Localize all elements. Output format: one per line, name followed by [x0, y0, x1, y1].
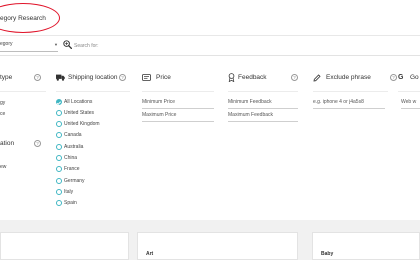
caret-down-icon: ▼: [54, 42, 58, 47]
divider: [398, 91, 420, 92]
google-web-field[interactable]: Web w: [401, 99, 420, 109]
min-price-field[interactable]: Minimum Price: [142, 99, 214, 109]
truck-icon: [56, 74, 65, 81]
type-filter: type ? gy ce ation ? ew: [0, 56, 46, 220]
shipping-location-filter: Shipping location ? All Locations United…: [56, 56, 130, 220]
radio-china[interactable]: [56, 155, 62, 161]
min-feedback-placeholder: Minimum Feedback: [228, 99, 272, 105]
help-icon[interactable]: ?: [119, 74, 126, 81]
radio-united-states[interactable]: [56, 110, 62, 116]
divider: [0, 91, 46, 92]
type-option[interactable]: gy: [0, 100, 5, 106]
search-input[interactable]: [74, 41, 414, 50]
max-feedback-field[interactable]: Maximum Feedback: [228, 112, 298, 122]
google-filter: G Go Web w: [398, 56, 420, 220]
radio-label[interactable]: United Kingdom: [64, 121, 100, 127]
price-tag-icon: [142, 74, 151, 81]
radio-label[interactable]: Germany: [64, 178, 85, 184]
divider: [228, 91, 298, 92]
divider: [56, 91, 130, 92]
search-bar: egory ▼: [0, 36, 420, 56]
type-filter-label: type: [0, 74, 13, 81]
help-icon[interactable]: ?: [390, 74, 397, 81]
radio-label[interactable]: Spain: [64, 200, 77, 206]
category-card-title: Baby: [321, 251, 334, 257]
exclude-filter-label: Exclude phrase: [326, 74, 371, 81]
category-card[interactable]: Art: [137, 232, 298, 260]
category-select[interactable]: egory ▼: [0, 41, 58, 52]
min-feedback-field[interactable]: Minimum Feedback: [228, 99, 298, 109]
search-plus-icon[interactable]: [63, 40, 72, 49]
radio-france[interactable]: [56, 166, 62, 172]
radio-germany[interactable]: [56, 178, 62, 184]
type-option[interactable]: ce: [0, 111, 5, 117]
help-icon[interactable]: ?: [291, 74, 298, 81]
exclude-phrase-field[interactable]: e.g. iphone 4 or j4a5s8: [313, 99, 385, 109]
radio-label[interactable]: Canada: [64, 132, 82, 138]
google-filter-label: Go: [410, 74, 419, 81]
award-icon: [228, 73, 235, 82]
pen-icon: [313, 74, 321, 82]
radio-canada[interactable]: [56, 132, 62, 138]
feedback-filter: Feedback ? Minimum Feedback Maximum Feed…: [228, 56, 298, 220]
radio-label[interactable]: Italy: [64, 189, 73, 195]
radio-label[interactable]: Australia: [64, 144, 83, 150]
category-card[interactable]: Baby: [312, 232, 420, 260]
category-cards: Art Baby: [0, 232, 420, 260]
exclude-phrase-placeholder: e.g. iphone 4 or j4a5s8: [313, 99, 364, 105]
annotation-circle: [0, 3, 60, 33]
radio-label[interactable]: United States: [64, 110, 94, 116]
max-price-placeholder: Maximum Price: [142, 112, 177, 118]
radio-label[interactable]: All Locations: [64, 99, 92, 105]
radio-italy[interactable]: [56, 189, 62, 195]
shipping-filter-label: Shipping location: [68, 74, 118, 81]
help-icon[interactable]: ?: [34, 140, 41, 147]
radio-australia[interactable]: [56, 144, 62, 150]
exclude-phrase-filter: Exclude phrase ? e.g. iphone 4 or j4a5s8: [313, 56, 397, 220]
radio-spain[interactable]: [56, 200, 62, 206]
max-feedback-placeholder: Maximum Feedback: [228, 112, 274, 118]
category-card[interactable]: [0, 232, 129, 260]
top-bar: egory Research: [0, 0, 420, 36]
divider: [142, 91, 214, 92]
filters-panel: type ? gy ce ation ? ew Shipping locatio…: [0, 56, 420, 220]
feedback-filter-label: Feedback: [238, 74, 267, 81]
google-icon: G: [398, 74, 404, 81]
category-select-value: egory: [0, 41, 13, 47]
min-price-placeholder: Minimum Price: [142, 99, 176, 105]
radio-united-kingdom[interactable]: [56, 121, 62, 127]
radio-all-locations[interactable]: [56, 99, 62, 105]
divider: [313, 91, 388, 92]
help-icon[interactable]: ?: [34, 74, 41, 81]
category-card-title: Art: [146, 251, 154, 257]
location-option[interactable]: ew: [0, 164, 6, 170]
max-price-field[interactable]: Maximum Price: [142, 112, 214, 122]
price-filter: Price Minimum Price Maximum Price: [142, 56, 214, 220]
radio-label[interactable]: China: [64, 155, 77, 161]
google-web-placeholder: Web w: [401, 99, 417, 105]
radio-label[interactable]: France: [64, 166, 80, 172]
price-filter-label: Price: [156, 74, 171, 81]
location-filter-label: ation: [0, 140, 15, 147]
